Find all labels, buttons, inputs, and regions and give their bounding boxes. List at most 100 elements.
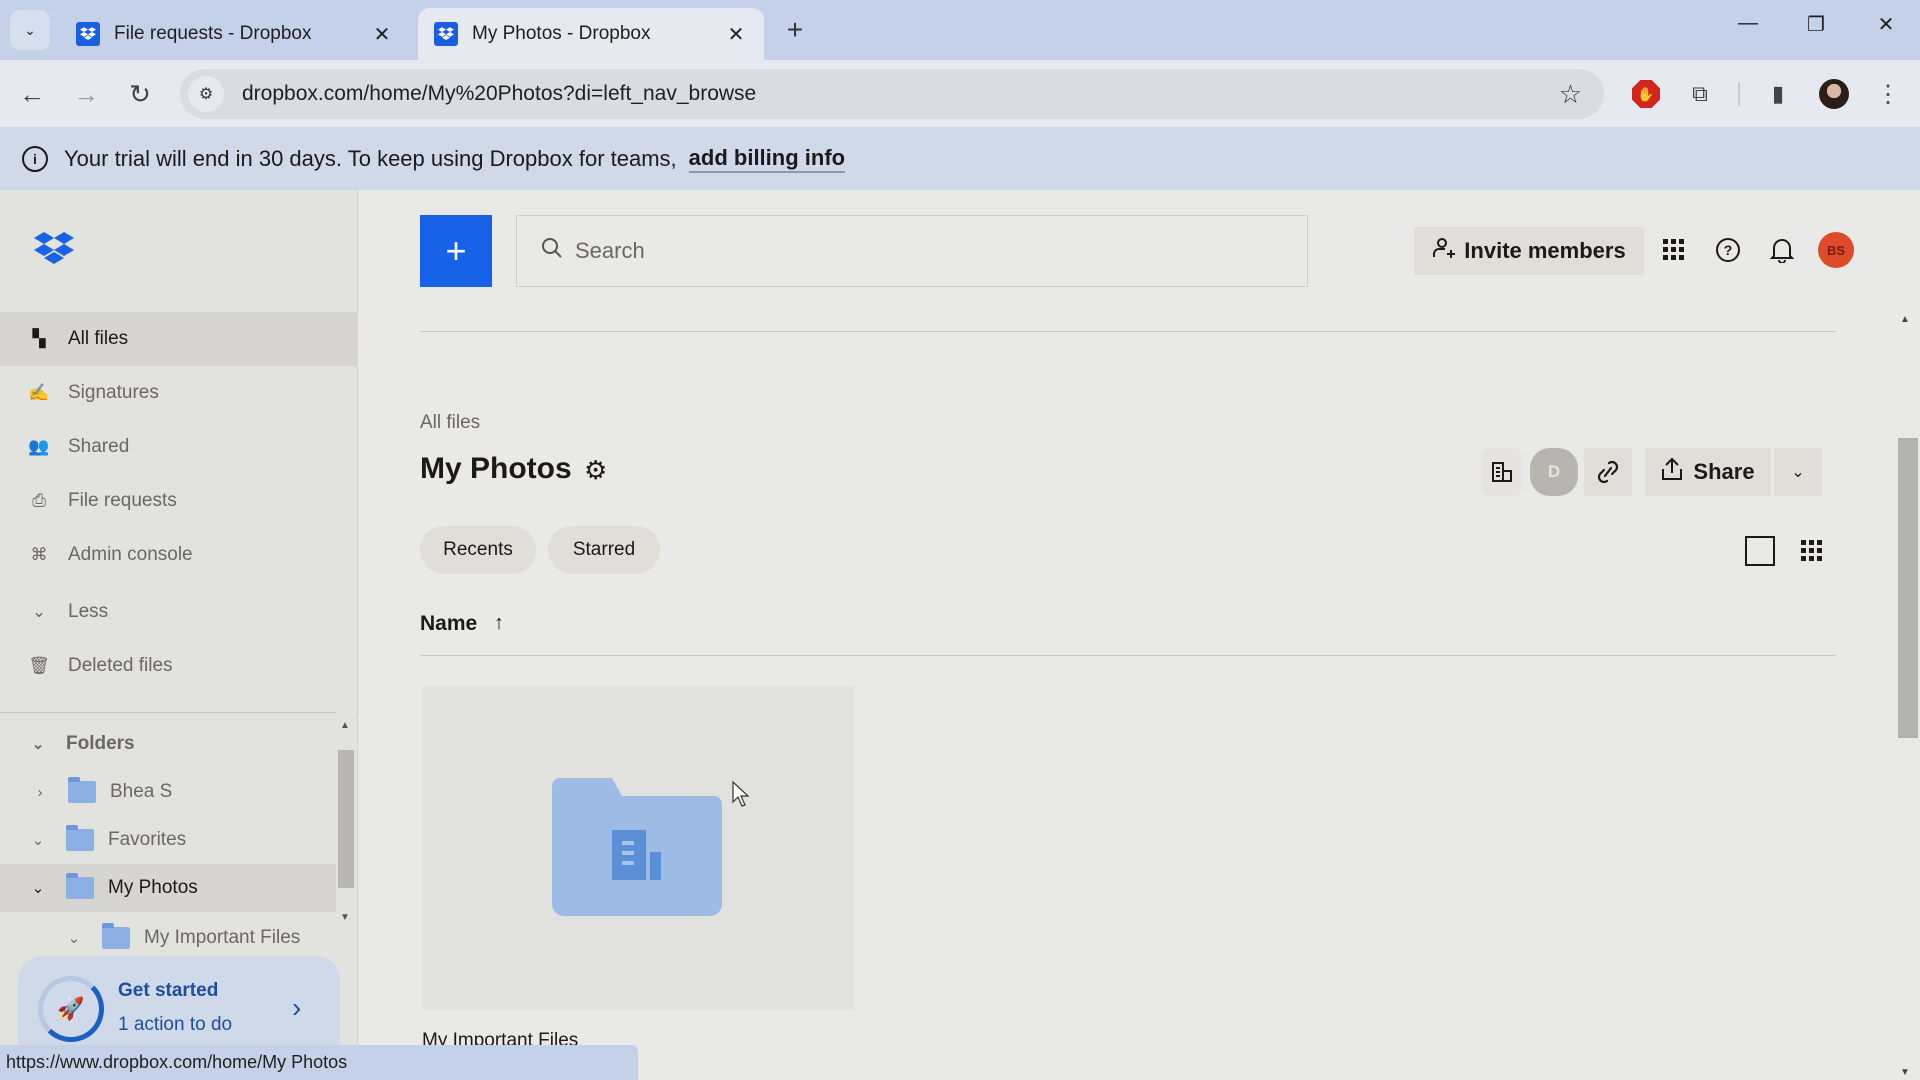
tab-search-button[interactable]: ⌄	[10, 10, 50, 50]
chevron-down-icon: ⌄	[31, 602, 47, 621]
search-field[interactable]	[516, 215, 1308, 287]
file-tile[interactable]	[422, 686, 854, 1010]
folder-settings-gear-icon[interactable]: ⚙	[584, 455, 607, 486]
folder-icon	[102, 923, 130, 949]
reload-button[interactable]: ↻	[122, 76, 158, 112]
chevron-down-icon: ⌄	[24, 21, 36, 38]
close-tab-icon[interactable]: ✕	[724, 22, 748, 47]
add-billing-info-link[interactable]: add billing info	[688, 145, 846, 173]
scroll-down-icon[interactable]: ▼	[1900, 1067, 1910, 1078]
folder-tree-scrollbar[interactable]: ▲ ▼	[336, 712, 356, 932]
chevron-down-icon[interactable]: ⌄	[64, 929, 84, 947]
restore-button[interactable]: ❐	[1796, 12, 1836, 37]
minimize-button[interactable]: —	[1728, 12, 1768, 35]
rocket-icon: 🚀	[38, 976, 104, 1042]
folder-label: Bhea S	[110, 781, 173, 802]
extensions-icon[interactable]: ⧉	[1682, 76, 1718, 112]
sidebar-item-less[interactable]: ⌄ Less	[0, 585, 358, 639]
window-close-button[interactable]: ✕	[1866, 12, 1906, 37]
scrollbar-thumb[interactable]	[338, 750, 354, 888]
main-scrollbar[interactable]: ▲ ▼	[1896, 308, 1918, 1080]
address-bar[interactable]: ⚙ dropbox.com/home/My%20Photos?di=left_n…	[180, 69, 1604, 119]
sidebar-item-admin-console[interactable]: ⌘ Admin console	[0, 528, 358, 582]
back-button[interactable]: ←	[14, 76, 50, 112]
share-button[interactable]: Share	[1645, 448, 1771, 496]
scroll-down-icon[interactable]: ▼	[340, 912, 350, 923]
sidebar-item-shared[interactable]: 👥 Shared	[0, 420, 358, 474]
breadcrumb-all-files[interactable]: All files	[420, 412, 480, 434]
tab-title: My Photos - Dropbox	[472, 23, 651, 44]
team-folder-icon	[552, 778, 722, 916]
trash-icon: 🗑	[28, 656, 50, 675]
grid-view-icon[interactable]	[1796, 535, 1828, 567]
folder-icon	[66, 825, 94, 851]
get-started-subtitle: 1 action to do	[118, 1014, 233, 1035]
page-title: My Photos	[420, 452, 572, 485]
chevron-down-icon[interactable]: ⌄	[28, 879, 48, 897]
share-options-chevron-down-icon[interactable]: ⌄	[1774, 448, 1822, 496]
tab-title: File requests - Dropbox	[114, 23, 312, 44]
folder-label: Favorites	[108, 829, 187, 850]
sidebar-item-label: Shared	[68, 436, 130, 457]
folders-header[interactable]: ⌄ Folders	[0, 720, 336, 768]
sidebar-item-label: All files	[68, 328, 129, 349]
notifications-bell-icon[interactable]	[1764, 232, 1800, 268]
trial-banner: i Your trial will end in 30 days. To kee…	[0, 128, 1920, 190]
folder-tree-item[interactable]: ⌄ Favorites	[0, 816, 336, 864]
forward-button[interactable]: →	[68, 76, 104, 112]
list-view-icon[interactable]	[1744, 535, 1776, 567]
divider	[0, 712, 358, 713]
browser-tab-strip: ⌄ File requests - Dropbox ✕ My Photos - …	[0, 0, 1920, 60]
sidebar-item-file-requests[interactable]: ⎙ File requests	[0, 474, 358, 528]
recents-chip[interactable]: Recents	[420, 526, 536, 574]
search-input[interactable]	[575, 238, 1275, 264]
starred-chip[interactable]: Starred	[548, 526, 660, 574]
tab-file-requests[interactable]: File requests - Dropbox ✕	[60, 8, 410, 60]
browser-menu-icon[interactable]: ⋮	[1870, 76, 1906, 112]
close-tab-icon[interactable]: ✕	[370, 22, 394, 47]
banner-text: Your trial will end in 30 days. To keep …	[64, 146, 677, 171]
folder-label: My Important Files	[144, 927, 301, 948]
name-column-header[interactable]: Name	[420, 612, 477, 636]
scroll-up-icon[interactable]: ▲	[340, 720, 350, 731]
shared-icon: 👥	[28, 437, 50, 456]
help-icon[interactable]: ?	[1710, 232, 1746, 268]
sidebar-item-deleted-files[interactable]: 🗑 Deleted files	[0, 639, 358, 693]
folder-tree-item[interactable]: › Bhea S	[0, 768, 336, 816]
file-request-icon: ⎙	[32, 491, 46, 510]
account-avatar[interactable]: BS	[1818, 232, 1854, 268]
add-person-icon	[1432, 236, 1456, 266]
scroll-up-icon[interactable]: ▲	[1900, 314, 1910, 325]
site-info-icon[interactable]: ⚙	[188, 76, 224, 112]
tab-my-photos[interactable]: My Photos - Dropbox ✕	[418, 8, 764, 60]
app-grid-icon[interactable]	[1656, 232, 1692, 268]
sidebar-item-all-files[interactable]: ▚ All files	[0, 312, 358, 366]
toolbar-divider	[1738, 82, 1740, 106]
chevron-down-icon[interactable]: ⌄	[28, 831, 48, 849]
profile-avatar[interactable]	[1816, 76, 1852, 112]
sort-ascending-icon[interactable]: ↑	[494, 612, 504, 635]
dropbox-logo-icon[interactable]	[34, 232, 74, 271]
signature-icon: ✍	[28, 383, 50, 402]
scrollbar-thumb[interactable]	[1898, 438, 1918, 738]
bookmark-star-icon[interactable]: ☆	[1559, 79, 1582, 110]
dropbox-favicon-icon	[434, 22, 458, 46]
url-text[interactable]: dropbox.com/home/My%20Photos?di=left_nav…	[242, 82, 1559, 106]
divider	[420, 331, 1836, 332]
all-files-icon: ▚	[32, 329, 46, 348]
folder-icon	[66, 873, 94, 899]
invite-members-button[interactable]: Invite members	[1414, 227, 1644, 275]
sidebar-item-label: Signatures	[68, 382, 159, 403]
copy-link-icon[interactable]	[1584, 448, 1632, 496]
folder-tree-item[interactable]: ⌄ My Important Files	[0, 914, 336, 962]
create-new-button[interactable]: +	[420, 215, 492, 287]
side-panel-icon[interactable]: ▮	[1760, 76, 1796, 112]
sidebar-item-signatures[interactable]: ✍ Signatures	[0, 366, 358, 420]
member-avatar[interactable]: D	[1530, 448, 1578, 496]
sidebar-item-label: Deleted files	[68, 655, 173, 676]
adblock-extension-icon[interactable]: ✋	[1628, 76, 1664, 112]
new-tab-button[interactable]: +	[780, 14, 810, 46]
chevron-right-icon[interactable]: ›	[30, 784, 50, 801]
team-folder-members-icon[interactable]	[1482, 448, 1522, 496]
folder-tree-item-active[interactable]: ⌄ My Photos	[0, 864, 336, 912]
